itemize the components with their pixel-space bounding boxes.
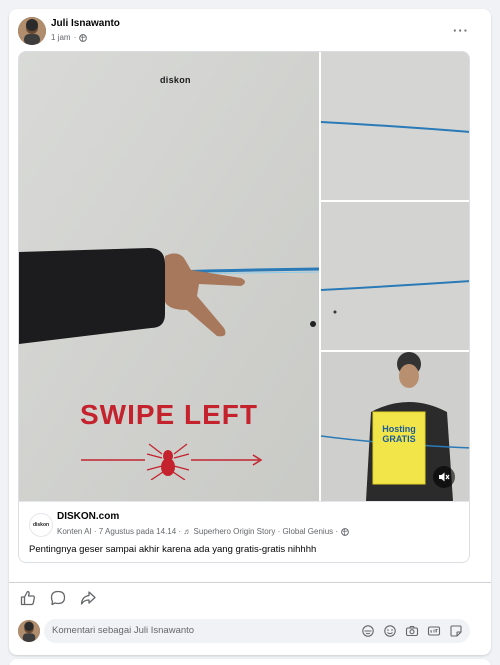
emoji-icon[interactable] <box>383 624 397 638</box>
comment-icon[interactable] <box>49 589 67 607</box>
post-time[interactable]: 1 jam <box>51 33 71 42</box>
thumbnail-1-art <box>320 52 469 200</box>
post-caption: Pentingnya geser sampai akhir karena ada… <box>29 544 317 555</box>
main-image-art <box>19 52 320 501</box>
comment-input[interactable]: Komentari sebagai Juli Isnawanto <box>44 619 470 643</box>
main-video-thumbnail[interactable]: diskon SWIPE LEFT <box>19 52 320 501</box>
thumbnail-3[interactable]: Hosting GRATIS <box>320 352 469 501</box>
mute-button[interactable] <box>433 466 455 488</box>
meta-separator: · <box>73 33 77 42</box>
post-card: Juli Isnawanto 1 jam · ··· diskon SWIPE … <box>9 9 491 655</box>
thumbnail-1[interactable] <box>320 52 469 200</box>
thumbnail-2[interactable] <box>320 202 469 350</box>
brand-logo: diskon <box>160 75 191 85</box>
page-meta: Konten AI · 7 Agustus pada 14.14 · ♬ Sup… <box>57 527 349 536</box>
divider <box>9 582 491 583</box>
poster-title: Hosting GRATIS <box>382 424 416 444</box>
author-name[interactable]: Juli Isnawanto <box>51 18 120 29</box>
page-name[interactable]: DISKON.com <box>57 511 119 522</box>
thumbnail-2-art <box>320 202 469 350</box>
commenter-avatar[interactable] <box>18 620 40 642</box>
more-options-button[interactable]: ··· <box>449 20 473 40</box>
post-meta: 1 jam · <box>51 33 88 42</box>
share-icon[interactable] <box>79 589 97 607</box>
shared-post-footer: diskon DISKON.com Konten AI · 7 Agustus … <box>19 501 469 562</box>
swipe-left-headline: SWIPE LEFT <box>80 399 258 430</box>
spider-arrow-graphic <box>81 443 263 480</box>
globe-icon <box>79 33 88 42</box>
comment-placeholder: Komentari sebagai Juli Isnawanto <box>52 625 195 636</box>
camera-icon[interactable] <box>405 624 419 638</box>
avatar-sticker-icon[interactable] <box>361 624 375 638</box>
globe-icon <box>341 527 349 536</box>
next-post-card <box>9 659 491 665</box>
speaker-muted-icon <box>439 472 450 482</box>
page-avatar[interactable]: diskon <box>29 513 53 537</box>
page-meta-text: Konten AI · 7 Agustus pada 14.14 · ♬ Sup… <box>57 527 339 536</box>
sticker-icon[interactable] <box>449 624 463 638</box>
shared-post[interactable]: diskon SWIPE LEFT Hosting GRATIS diskon … <box>18 51 470 563</box>
gif-icon[interactable] <box>427 624 441 638</box>
like-icon[interactable] <box>19 589 37 607</box>
author-avatar[interactable] <box>18 17 46 45</box>
